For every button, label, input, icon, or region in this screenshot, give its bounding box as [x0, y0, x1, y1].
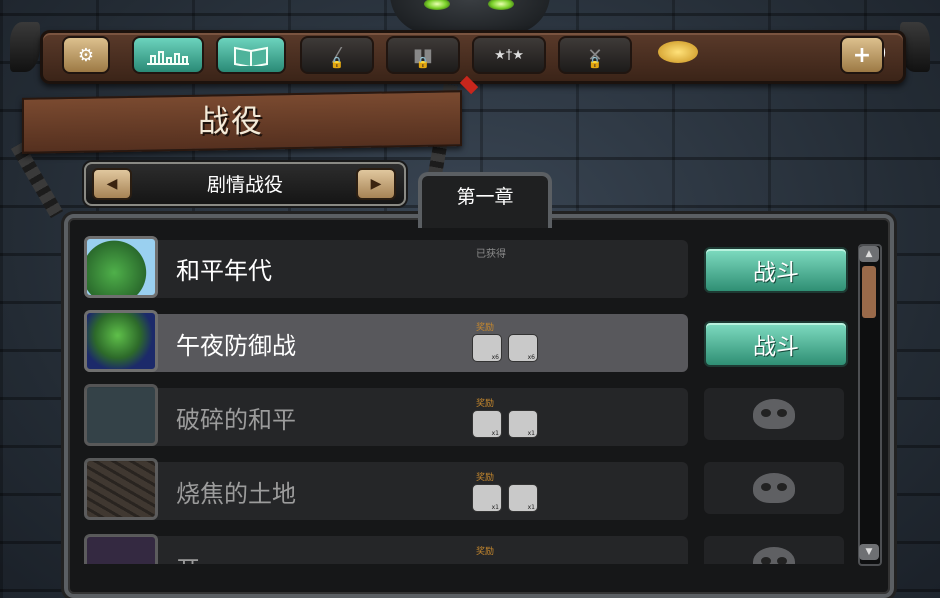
reward-count: x1	[491, 430, 499, 437]
scrollbar-thumb[interactable]	[862, 266, 876, 318]
mission-thumbnail	[84, 384, 158, 446]
arrow-down-icon: ▼	[865, 547, 873, 557]
monster-head-ornament	[390, 0, 550, 34]
claw-left-ornament	[10, 22, 40, 72]
mission-name: 和平年代	[176, 257, 272, 285]
arrow-up-icon: ▲	[865, 249, 873, 259]
hero-reward-icon: x6	[472, 334, 502, 362]
mission-thumbnail	[84, 236, 158, 298]
monster-eye-left	[424, 0, 450, 10]
hero-reward-icon: x1	[472, 484, 502, 512]
settings-button[interactable]: ⚙	[62, 36, 110, 74]
bow-reward-icon: x6	[508, 334, 538, 362]
mission-thumbnail	[84, 310, 158, 372]
tab-label: 第一章	[456, 186, 514, 208]
lock-icon: 🔒	[330, 56, 344, 69]
reward-count: x1	[527, 504, 535, 511]
scroll-down-button[interactable]: ▼	[859, 544, 879, 560]
gear-icon: ⚙	[77, 44, 95, 66]
gold-display	[646, 37, 834, 69]
lock-icon: 🔒	[588, 56, 602, 69]
arrow-right-icon: ▶	[370, 176, 382, 192]
add-gold-button[interactable]: +	[840, 36, 884, 74]
page-title: 战役	[198, 104, 264, 140]
spear-reward-icon: x1	[508, 484, 538, 512]
mission-row[interactable]	[84, 388, 688, 446]
mission-name: 午夜防御战	[176, 332, 296, 360]
reward-label: 奖励	[476, 547, 495, 557]
reward-count: x6	[527, 354, 535, 361]
locked-mission-box	[704, 462, 844, 514]
sword-stars-icon: ★†★	[494, 47, 524, 63]
city-button[interactable]	[132, 36, 204, 74]
weapon-button[interactable]: ⁄ 🔒	[300, 36, 374, 74]
cards-button[interactable]: ▮▮ 🔒	[386, 36, 460, 74]
campaign-label: 剧情战役	[206, 174, 283, 196]
fight-button[interactable]: 战斗	[704, 321, 848, 367]
reward-label: 奖励	[476, 323, 495, 333]
reward-count: x6	[491, 354, 499, 361]
mission-name: 开…	[176, 550, 224, 564]
book-icon	[234, 46, 268, 66]
mission-row[interactable]	[84, 462, 688, 520]
mission-row[interactable]	[84, 314, 688, 372]
mission-row[interactable]	[84, 536, 688, 564]
hero-reward-icon: x1	[472, 410, 502, 438]
book-button[interactable]	[216, 36, 286, 74]
mission-row[interactable]	[84, 240, 688, 298]
prev-campaign-button[interactable]: ◀	[92, 168, 132, 200]
reward-count: x1	[527, 430, 535, 437]
arrow-left-icon: ◀	[106, 176, 118, 192]
locked-mission-box	[704, 536, 844, 564]
locked-mission-box	[704, 388, 844, 440]
fight-button[interactable]: 战斗	[704, 247, 848, 293]
lock-icon: 🔒	[416, 56, 430, 69]
mission-name: 烧焦的土地	[176, 480, 296, 508]
skull-icon	[753, 547, 795, 564]
gold-coins-icon	[658, 41, 698, 63]
reward-label: 奖励	[476, 473, 495, 483]
skull-icon	[753, 399, 795, 429]
next-campaign-button[interactable]: ▶	[356, 168, 396, 200]
scroll-up-button[interactable]: ▲	[859, 246, 879, 262]
reward-count: x1	[491, 504, 499, 511]
shield-reward-icon: x1	[508, 410, 538, 438]
city-icon	[147, 51, 189, 65]
mission-thumbnail	[84, 458, 158, 520]
sword-stars-button[interactable]: ★†★	[472, 36, 546, 74]
mission-row-clip: 开… 奖励	[64, 534, 854, 564]
crossed-swords-button[interactable]: ✕ 🔒	[558, 36, 632, 74]
skull-icon	[753, 473, 795, 503]
mission-name: 破碎的和平	[176, 406, 296, 434]
obtained-label: 已获得	[476, 249, 506, 260]
reward-label: 奖励	[476, 399, 495, 409]
plus-icon: +	[852, 42, 872, 68]
monster-eye-right	[488, 0, 514, 10]
mission-thumbnail	[84, 534, 158, 564]
